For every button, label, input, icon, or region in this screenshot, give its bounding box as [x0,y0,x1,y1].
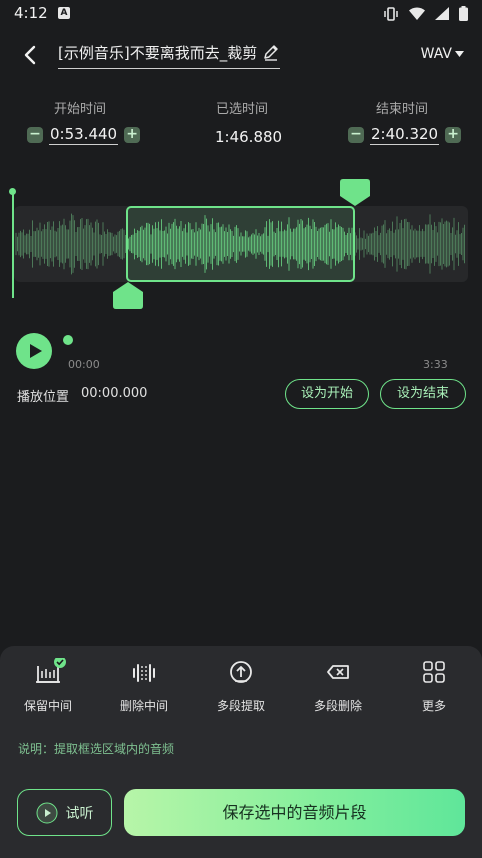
multi-delete-icon [327,665,349,679]
end-time-control: − 2:40.320 + [348,125,462,145]
back-arrow-icon [24,45,36,65]
format-label: WAV [420,46,452,62]
back-button[interactable] [18,42,44,68]
pencil-icon [264,45,278,61]
preview-label: 试听 [65,805,94,822]
tool-delete-middle[interactable]: 删除中间 [104,658,184,714]
tool-label: 更多 [421,699,446,713]
total-time: 3:33 [423,358,448,371]
position-label: 播放位置 [17,390,70,405]
keep-middle-icon [36,658,66,683]
delete-middle-icon [133,664,155,682]
tool-multi-extract[interactable]: 多段提取 [201,658,281,714]
end-plus-button[interactable]: + [445,127,462,143]
tool-label: 多段提取 [216,699,265,713]
format-dropdown[interactable]: WAV [421,46,464,62]
selected-time-value: 1:46.880 [215,128,283,146]
start-minus-button[interactable]: − [27,127,43,143]
vibrate-icon [384,6,398,21]
position-value: 00:00.000 [81,386,148,401]
preview-button[interactable]: 试听 [17,789,112,836]
tool-more[interactable]: 更多 [394,658,474,714]
edit-name-button[interactable] [262,43,280,61]
tool-description: 说明：提取框选区域内的音频 [18,742,175,756]
tool-label: 删除中间 [119,699,168,713]
status-time: 4:12 [14,4,48,22]
more-grid-icon [423,661,445,683]
set-start-button[interactable]: 设为开始 [285,379,369,409]
start-handle[interactable] [113,282,143,309]
wifi-icon [409,7,425,20]
end-handle[interactable] [340,179,370,206]
end-minus-button[interactable]: − [348,127,364,143]
tool-multi-delete[interactable]: 多段删除 [298,658,378,714]
status-icons [383,6,468,21]
play-icon [30,344,42,358]
seek-handle[interactable] [63,335,73,345]
start-plus-button[interactable]: + [124,127,141,143]
start-time-label: 开始时间 [54,102,107,117]
end-time-input[interactable]: 2:40.320 [370,125,440,145]
play-circle-icon [36,802,57,823]
notification-icon: A [58,7,70,19]
tool-keep-middle[interactable]: 保留中间 [8,658,88,714]
tool-label: 多段删除 [313,699,362,713]
battery-icon [459,6,468,21]
selection-region[interactable] [126,206,355,282]
caret-down-icon [455,51,464,57]
multi-extract-icon [230,661,252,683]
save-selection-button[interactable]: 保存选中的音频片段 [124,789,465,836]
end-time-label: 结束时间 [376,102,429,117]
play-button[interactable] [16,333,52,369]
selected-time-label: 已选时间 [216,102,269,117]
playhead-line[interactable] [12,190,14,298]
file-name-field[interactable]: [示例音乐]不要离我而去_裁剪 [58,41,280,69]
set-end-button[interactable]: 设为结束 [380,379,466,409]
current-time: 00:00 [68,358,100,371]
tool-label: 保留中间 [23,699,72,713]
start-time-input[interactable]: 0:53.440 [49,125,119,145]
playhead-handle[interactable] [9,188,16,195]
signal-icon [435,7,449,20]
start-time-control: − 0:53.440 + [27,125,141,145]
